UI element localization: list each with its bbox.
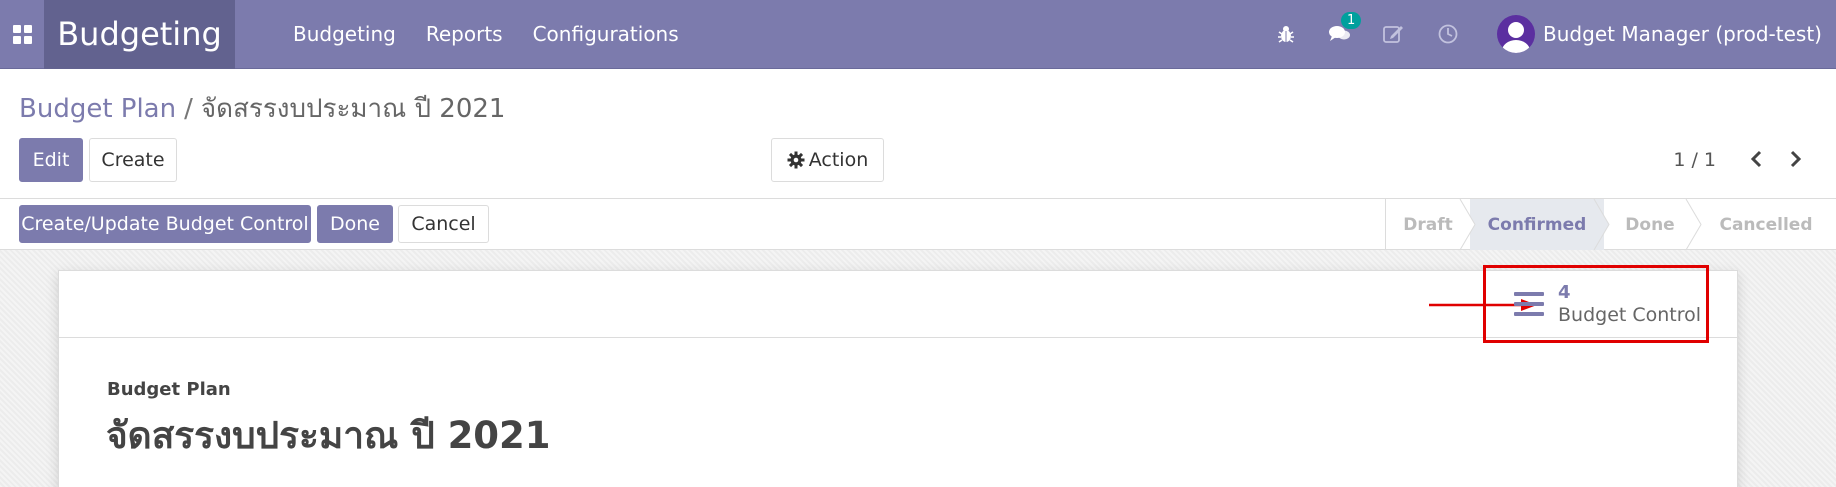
chat-badge: 1 <box>1341 12 1362 29</box>
bug-icon[interactable] <box>1259 24 1313 44</box>
field-label-budget-plan: Budget Plan <box>107 379 231 400</box>
edit-icon[interactable] <box>1367 24 1421 44</box>
chevron-left-icon <box>1750 150 1762 168</box>
app-title[interactable]: Budgeting <box>44 0 235 69</box>
list-icon <box>1514 286 1544 322</box>
pager-next-button[interactable] <box>1782 143 1810 175</box>
gear-icon <box>787 151 805 169</box>
apps-grid-icon <box>12 24 32 44</box>
chevron-right-icon <box>1790 150 1802 168</box>
breadcrumb: Budget Plan / จัดสรรงบประมาณ ปี 2021 <box>19 88 505 129</box>
record-title[interactable]: จัดสรรงบประมาณ ปี 2021 <box>106 406 551 465</box>
breadcrumb-current: จัดสรรงบประมาณ ปี 2021 <box>200 94 506 124</box>
apps-menu-button[interactable] <box>0 0 44 69</box>
smart-button-box: 4 Budget Control <box>59 265 1737 343</box>
create-update-budget-control-button[interactable]: Create/Update Budget Control <box>19 205 311 243</box>
stage-cancelled[interactable]: Cancelled <box>1696 199 1836 250</box>
form-sheet-background: 4 Budget Control Budget Plan จัดสรรงบประ… <box>0 250 1836 487</box>
stage-done[interactable]: Done <box>1604 199 1696 250</box>
clock-icon[interactable] <box>1421 24 1475 44</box>
create-button[interactable]: Create <box>89 138 177 182</box>
form-statusbar: Create/Update Budget Control Done Cancel… <box>0 199 1836 250</box>
done-button[interactable]: Done <box>317 205 393 243</box>
stage-draft[interactable]: Draft <box>1385 199 1470 250</box>
top-navbar: Budgeting Budgeting Reports Configuratio… <box>0 0 1836 69</box>
create-button-label: Create <box>101 149 165 171</box>
action-button[interactable]: Action <box>771 138 884 182</box>
budget-control-label: Budget Control <box>1558 304 1702 326</box>
budget-control-count: 4 <box>1558 282 1571 303</box>
edit-button[interactable]: Edit <box>19 138 83 182</box>
pager-value[interactable]: 1 / 1 <box>1673 149 1716 171</box>
stage-bar: Draft Confirmed Done Cancelled <box>1385 199 1836 250</box>
navbar-systray: 1 Budget Manager (prod-test) <box>1259 0 1836 69</box>
control-panel: Budget Plan / จัดสรรงบประมาณ ปี 2021 Edit … <box>0 69 1836 199</box>
stage-confirmed[interactable]: Confirmed <box>1470 199 1604 250</box>
cancel-button[interactable]: Cancel <box>398 205 489 243</box>
budget-control-smart-button[interactable]: 4 Budget Control <box>1483 265 1709 343</box>
menu-item-reports[interactable]: Reports <box>426 22 503 46</box>
user-menu[interactable]: Budget Manager (prod-test) <box>1497 15 1822 53</box>
breadcrumb-separator: / <box>184 94 193 124</box>
main-menu: Budgeting Reports Configurations <box>293 22 709 46</box>
menu-item-configurations[interactable]: Configurations <box>533 22 679 46</box>
smart-button-text: 4 Budget Control <box>1558 282 1701 326</box>
action-button-label: Action <box>808 149 869 171</box>
breadcrumb-parent-link[interactable]: Budget Plan <box>19 94 176 124</box>
form-sheet: 4 Budget Control Budget Plan จัดสรรงบประ… <box>58 265 1738 487</box>
menu-item-budgeting[interactable]: Budgeting <box>293 22 396 46</box>
user-name: Budget Manager (prod-test) <box>1543 22 1822 46</box>
chat-icon[interactable]: 1 <box>1313 12 1367 44</box>
pager-previous-button[interactable] <box>1742 143 1770 175</box>
avatar <box>1497 15 1536 53</box>
